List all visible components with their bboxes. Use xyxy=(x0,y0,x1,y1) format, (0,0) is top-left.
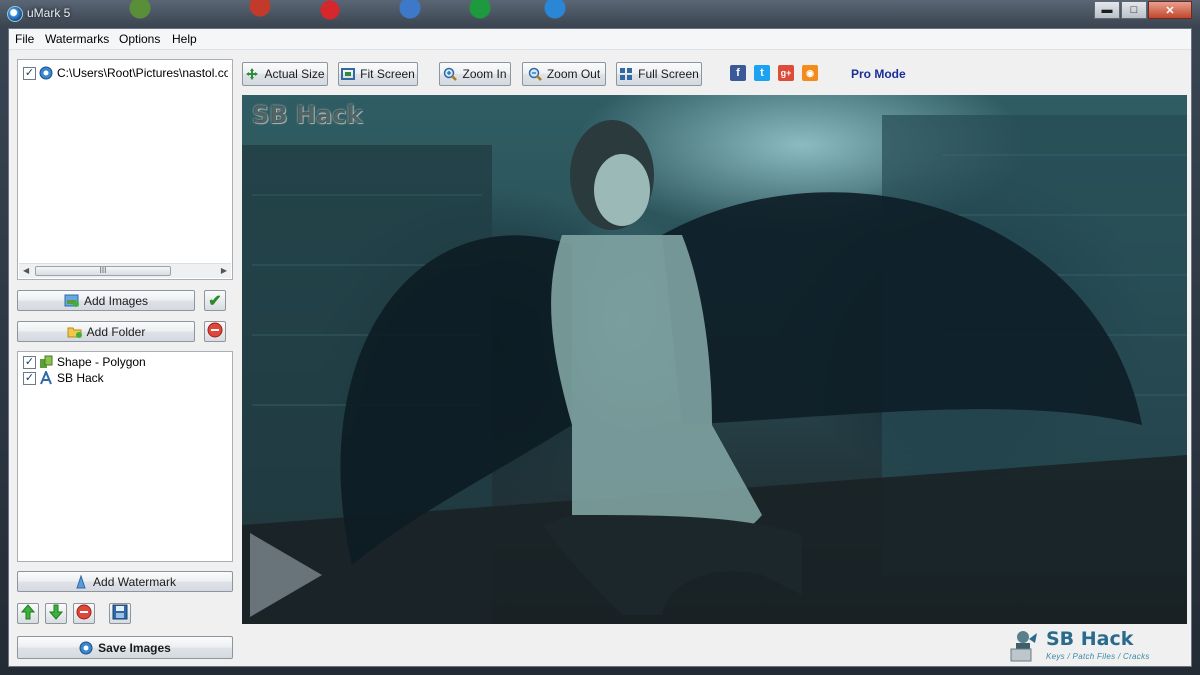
branding-title: SB Hack xyxy=(1046,628,1134,650)
remove-icon xyxy=(76,604,92,623)
app-window: uMark 5 ▬ □ ✕ File Watermarks Options He… xyxy=(0,0,1200,675)
zoom-in-icon xyxy=(443,67,458,81)
file-path: C:\Users\Root\Pictures\nastol.com.ua xyxy=(57,66,228,80)
maximize-button[interactable]: □ xyxy=(1121,1,1147,19)
sb-hack-logo: SB Hack Keys / Patch Files / Cracks xyxy=(1009,627,1191,665)
fit-screen-icon xyxy=(341,67,356,81)
menu-watermarks[interactable]: Watermarks xyxy=(45,32,109,46)
horizontal-scrollbar[interactable]: ◀ III ▶ xyxy=(19,263,231,278)
move-down-button[interactable] xyxy=(45,603,67,624)
image-preview[interactable]: SB Hack xyxy=(242,95,1187,624)
zoom-in-button[interactable]: Zoom In xyxy=(439,62,511,86)
app-icon xyxy=(7,6,23,22)
full-screen-button[interactable]: Full Screen xyxy=(616,62,702,86)
arrow-up-icon xyxy=(20,604,36,623)
watermark-text-preview: SB Hack xyxy=(252,101,363,129)
google-plus-icon[interactable]: g+ xyxy=(778,65,794,81)
scroll-right-icon[interactable]: ▶ xyxy=(221,266,227,275)
save-images-icon xyxy=(79,641,93,655)
add-images-icon xyxy=(64,294,79,307)
save-watermark-button[interactable] xyxy=(109,603,131,624)
scroll-left-icon[interactable]: ◀ xyxy=(23,266,29,275)
watermark-checkbox[interactable]: ✓ xyxy=(23,371,36,385)
facebook-icon[interactable]: f xyxy=(730,65,746,81)
branding-subtitle: Keys / Patch Files / Cracks xyxy=(1046,652,1150,661)
client-area: File Watermarks Options Help ✓ C:\Users\… xyxy=(8,28,1192,667)
preview-artwork xyxy=(242,115,1187,624)
menu-options[interactable]: Options xyxy=(119,32,160,46)
watermark-list[interactable]: ✓ Shape - Polygon ✓ SB Hack xyxy=(17,351,233,562)
watermark-label: Shape - Polygon xyxy=(57,355,146,369)
file-checkbox[interactable]: ✓ xyxy=(23,66,36,80)
watermark-checkbox[interactable]: ✓ xyxy=(23,355,36,369)
move-up-button[interactable] xyxy=(17,603,39,624)
image-list[interactable]: ✓ C:\Users\Root\Pictures\nastol.com.ua ◀… xyxy=(17,59,233,280)
list-item[interactable]: ✓ SB Hack xyxy=(23,371,104,385)
menu-help[interactable]: Help xyxy=(172,32,197,46)
hacker-logo-icon xyxy=(1010,631,1037,662)
add-watermark-button[interactable]: Add Watermark xyxy=(17,571,233,592)
fit-screen-button[interactable]: Fit Screen xyxy=(338,62,418,86)
add-images-button[interactable]: Add Images xyxy=(17,290,195,311)
rss-icon[interactable]: ◉ xyxy=(802,65,818,81)
menu-file[interactable]: File xyxy=(15,32,34,46)
actual-size-button[interactable]: Actual Size xyxy=(242,62,328,86)
add-folder-button[interactable]: Add Folder xyxy=(17,321,195,342)
shape-icon xyxy=(39,355,53,369)
polygon-watermark-shape xyxy=(250,533,322,617)
full-screen-icon xyxy=(619,67,633,81)
arrow-down-icon xyxy=(48,604,64,623)
check-icon: ✔ xyxy=(208,292,222,310)
list-item[interactable]: ✓ Shape - Polygon xyxy=(23,355,146,369)
watermark-label: SB Hack xyxy=(57,371,104,385)
zoom-out-button[interactable]: Zoom Out xyxy=(522,62,606,86)
minimize-button[interactable]: ▬ xyxy=(1094,1,1120,19)
save-images-button[interactable]: Save Images xyxy=(17,636,233,659)
menu-bar: File Watermarks Options Help xyxy=(9,29,1191,50)
pro-mode-link[interactable]: Pro Mode xyxy=(851,67,906,81)
add-folder-icon xyxy=(67,325,82,338)
floppy-disk-icon xyxy=(112,604,128,623)
image-file-icon xyxy=(39,66,53,80)
apply-check-button[interactable]: ✔ xyxy=(204,290,226,311)
title-bar[interactable]: uMark 5 ▬ □ ✕ xyxy=(0,0,1200,28)
text-icon xyxy=(39,371,53,385)
zoom-out-icon xyxy=(528,67,542,81)
remove-icon xyxy=(207,322,223,341)
list-item[interactable]: ✓ C:\Users\Root\Pictures\nastol.com.ua xyxy=(23,66,228,80)
scroll-thumb[interactable]: III xyxy=(35,266,171,276)
window-title: uMark 5 xyxy=(27,6,71,20)
move-arrows-icon xyxy=(245,67,259,81)
remove-button[interactable] xyxy=(204,321,226,342)
add-watermark-icon xyxy=(74,574,88,589)
twitter-icon[interactable]: t xyxy=(754,65,770,81)
close-button[interactable]: ✕ xyxy=(1148,1,1192,19)
delete-watermark-button[interactable] xyxy=(73,603,95,624)
